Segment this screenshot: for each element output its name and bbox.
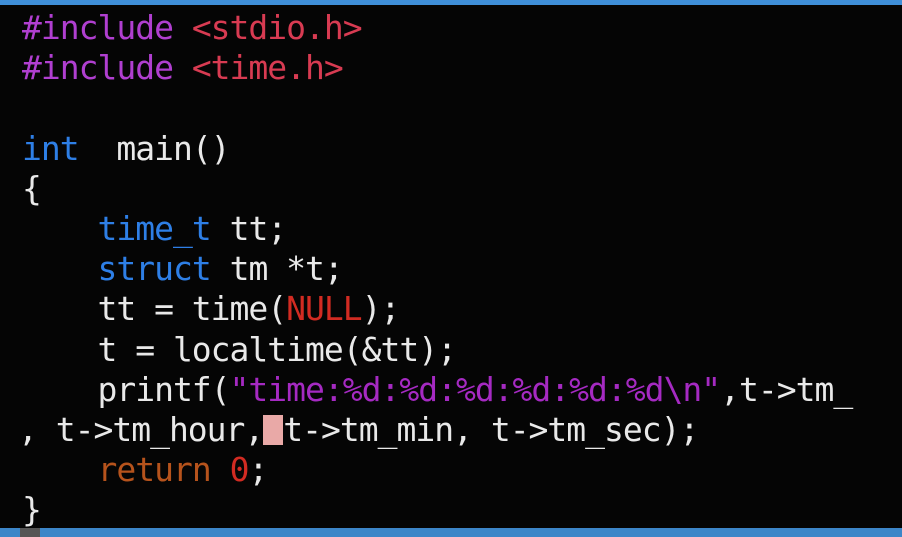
code-token: ; xyxy=(248,450,268,490)
code-token: time_t xyxy=(97,209,211,248)
code-token: 0 xyxy=(229,450,250,490)
text-cursor xyxy=(263,415,284,445)
code-token: "time:%d:%d:%d:%d:%d:%d\n" xyxy=(229,369,722,409)
code-token: t = localtime(&tt); xyxy=(22,329,456,369)
code-token: #include xyxy=(22,48,192,88)
code-token: struct xyxy=(97,249,211,289)
code-token: #include xyxy=(22,8,192,47)
code-token: <stdio.h> xyxy=(191,8,363,47)
top-border xyxy=(0,0,902,5)
code-token: ,t->tm_ xyxy=(720,369,853,409)
code-line[interactable]: { xyxy=(22,168,42,209)
code-token: ); xyxy=(361,289,401,329)
code-token: } xyxy=(22,490,42,528)
code-line[interactable]: int main() xyxy=(22,128,231,169)
status-bar xyxy=(0,528,902,537)
code-token: return xyxy=(97,450,211,490)
code-line[interactable]: t = localtime(&tt); xyxy=(22,330,456,370)
code-line[interactable]: time_t tt; xyxy=(22,209,288,249)
code-line[interactable]: #include <time.h> xyxy=(22,48,344,88)
code-token: t->tm_min, t->tm_sec); xyxy=(283,410,699,449)
code-token: , t->tm_hour, xyxy=(22,410,264,449)
code-token: NULL xyxy=(286,289,362,329)
code-token: tm *t; xyxy=(210,249,344,289)
code-token: printf( xyxy=(22,369,230,409)
code-token: int xyxy=(22,128,80,168)
code-line[interactable]: #include <stdio.h> xyxy=(22,8,363,48)
code-token: <time.h> xyxy=(191,48,344,88)
code-token: tt = time( xyxy=(22,289,287,329)
code-line[interactable]: printf("time:%d:%d:%d:%d:%d:%d\n",t->tm_ xyxy=(22,369,853,410)
code-token: { xyxy=(22,168,42,208)
terminal-screen: #include <stdio.h> #include <time.h> int m… xyxy=(0,0,902,537)
code-editor[interactable]: #include <stdio.h> #include <time.h> int m… xyxy=(22,8,902,528)
code-line[interactable]: return 0; xyxy=(22,450,268,490)
code-line[interactable]: tt = time(NULL); xyxy=(22,289,401,329)
code-token: main() xyxy=(78,128,230,168)
code-line[interactable]: } xyxy=(22,490,42,528)
code-line[interactable]: , t->tm_hour, t->tm_min, t->tm_sec); xyxy=(22,410,699,450)
code-line[interactable]: struct tm *t; xyxy=(22,249,343,289)
status-bar-indicator xyxy=(20,528,40,537)
code-token: tt; xyxy=(210,209,288,248)
